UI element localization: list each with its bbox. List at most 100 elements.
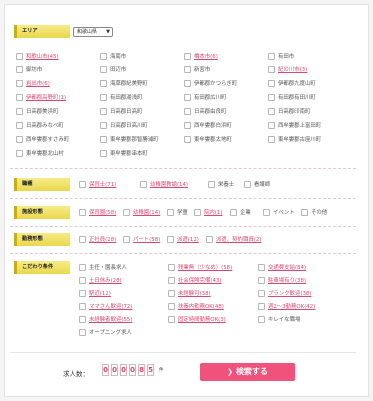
option-label[interactable]: 未経験者歓迎(55) <box>89 316 132 324</box>
checkbox[interactable] <box>268 66 275 73</box>
option-label[interactable]: 幼稚園教諭(14) <box>150 181 188 189</box>
option-label[interactable]: 岩出市(6) <box>26 80 50 88</box>
employment-label: 勤務形態 <box>14 233 70 246</box>
checkbox[interactable] <box>258 264 265 271</box>
checkbox[interactable] <box>100 122 107 129</box>
checkbox[interactable] <box>258 303 265 310</box>
option-label[interactable]: パート(58) <box>133 236 160 244</box>
checkbox[interactable] <box>168 316 175 323</box>
checkbox[interactable] <box>79 329 86 336</box>
option-label[interactable]: 扶養内勤務OK(48) <box>178 303 224 311</box>
checkbox[interactable] <box>168 264 175 271</box>
checkbox[interactable] <box>79 181 86 188</box>
checkbox[interactable] <box>16 136 23 143</box>
checkbox[interactable] <box>16 80 23 87</box>
option-label[interactable]: 保育園(58) <box>89 209 116 217</box>
checkbox[interactable] <box>263 209 270 216</box>
checkbox[interactable] <box>16 150 23 157</box>
checkbox[interactable] <box>16 108 23 115</box>
checkbox[interactable] <box>16 94 23 101</box>
checkbox[interactable] <box>100 136 107 143</box>
option-label: 西牟婁郡すさみ町 <box>26 136 70 143</box>
checkbox[interactable] <box>79 290 86 297</box>
checkbox[interactable] <box>16 53 23 60</box>
option-label[interactable]: ママさん歓迎(72) <box>89 303 132 311</box>
option-label[interactable]: 土日休み(28) <box>89 277 122 285</box>
option-label[interactable]: 保育士(71) <box>89 181 116 189</box>
checkbox[interactable] <box>123 236 130 243</box>
checkbox[interactable] <box>79 316 86 323</box>
checkbox[interactable] <box>168 277 175 284</box>
checkbox[interactable] <box>301 209 308 216</box>
checkbox[interactable] <box>258 277 265 284</box>
checkbox[interactable] <box>123 209 130 216</box>
count-digit: 0 <box>120 364 127 376</box>
option-label: 学童 <box>177 209 188 216</box>
checkbox[interactable] <box>140 181 147 188</box>
checkbox[interactable] <box>268 53 275 60</box>
checkbox[interactable] <box>79 236 86 243</box>
checkbox[interactable] <box>268 122 275 129</box>
option-label: 日高郡日高町 <box>110 108 143 115</box>
checkbox[interactable] <box>184 66 191 73</box>
option-label[interactable]: 伊都郡高野町(1) <box>26 94 66 102</box>
checkbox[interactable] <box>184 80 191 87</box>
checkbox[interactable] <box>167 236 174 243</box>
checkbox[interactable] <box>194 209 201 216</box>
option-label[interactable]: 社会保険完備(43) <box>178 277 221 285</box>
checkbox[interactable] <box>168 290 175 297</box>
checkbox[interactable] <box>184 108 191 115</box>
checkbox[interactable] <box>100 150 107 157</box>
search-button[interactable]: ❯ 検索する <box>200 363 295 381</box>
checkbox[interactable] <box>184 136 191 143</box>
option-label[interactable]: 固定時間勤務OK(3) <box>178 316 226 324</box>
checkbox[interactable] <box>184 53 191 60</box>
checkbox[interactable] <box>268 136 275 143</box>
option-label[interactable]: 駐車場有り(38) <box>268 277 306 285</box>
search-button-label: 検索する <box>235 367 268 376</box>
checkbox[interactable] <box>268 108 275 115</box>
option-label[interactable]: 駅近(12) <box>89 290 111 298</box>
option-label[interactable]: 正社員(28) <box>89 236 116 244</box>
checkbox[interactable] <box>168 303 175 310</box>
option-label[interactable]: 紀の川市(3) <box>278 66 307 74</box>
option-label[interactable]: 院内(1) <box>204 209 222 217</box>
checkbox[interactable] <box>268 80 275 87</box>
checkbox[interactable] <box>230 209 237 216</box>
option-label: 西牟婁郡白浜町 <box>194 122 232 129</box>
checkbox[interactable] <box>258 316 265 323</box>
checkbox[interactable] <box>16 122 23 129</box>
checkbox[interactable] <box>16 66 23 73</box>
option-label[interactable]: ブランク歓迎(38) <box>268 290 311 298</box>
option-label[interactable]: 未経験可(38) <box>178 290 211 298</box>
checkbox[interactable] <box>79 303 86 310</box>
checkbox[interactable] <box>100 94 107 101</box>
checkbox[interactable] <box>167 209 174 216</box>
option-label[interactable]: 橋本市(6) <box>194 53 218 61</box>
checkbox[interactable] <box>100 66 107 73</box>
option-label[interactable]: 交通費支給(84) <box>268 264 306 272</box>
checkbox[interactable] <box>244 181 251 188</box>
checkbox[interactable] <box>79 264 86 271</box>
checkbox[interactable] <box>184 122 191 129</box>
option-label: 有田郡有田川町 <box>278 94 316 101</box>
checkbox[interactable] <box>206 236 213 243</box>
chevron-right-icon: ❯ <box>227 368 233 376</box>
option-label[interactable]: 和歌山市(45) <box>26 53 59 61</box>
option-label[interactable]: 派遣、契約職員(2) <box>216 236 261 244</box>
option-label[interactable]: 幼稚園(14) <box>133 209 160 217</box>
checkbox[interactable] <box>100 53 107 60</box>
checkbox[interactable] <box>100 108 107 115</box>
checkbox[interactable] <box>268 94 275 101</box>
option-label[interactable]: 週2〜3勤務OK(42) <box>268 303 315 311</box>
checkbox[interactable] <box>100 80 107 87</box>
checkbox[interactable] <box>258 290 265 297</box>
checkbox[interactable] <box>79 209 86 216</box>
checkbox[interactable] <box>79 277 86 284</box>
option-label[interactable]: 派遣(12) <box>177 236 199 244</box>
option-label: キレイな職場 <box>268 316 301 323</box>
option-label[interactable]: 残業無（少なめ）(58) <box>178 264 232 272</box>
prefecture-select[interactable]: 和歌山県 ▼ <box>73 27 113 37</box>
checkbox[interactable] <box>208 181 215 188</box>
checkbox[interactable] <box>184 94 191 101</box>
